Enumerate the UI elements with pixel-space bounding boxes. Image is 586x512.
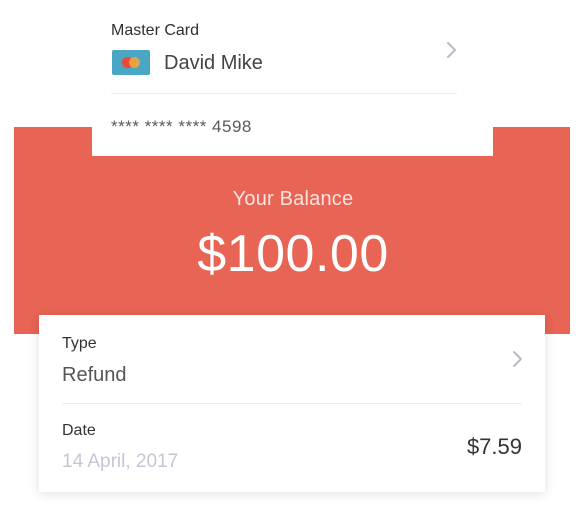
transaction-panel: Type Refund Date 14 April, 2017 $7.59 — [39, 315, 545, 492]
card-title: Master Card — [111, 22, 200, 39]
mastercard-logo-icon — [112, 50, 150, 75]
transaction-divider — [62, 403, 522, 404]
card-panel[interactable]: Master Card David Mike **** **** **** 45… — [92, 0, 493, 156]
wallet-screen: Your Balance $100.00 Master Card David M… — [0, 0, 586, 512]
card-number: **** **** **** 4598 — [111, 117, 252, 136]
chevron-right-icon[interactable] — [444, 40, 458, 60]
date-value: 14 April, 2017 — [62, 451, 179, 472]
transaction-amount: $7.59 — [466, 434, 522, 459]
card-divider — [111, 93, 457, 94]
date-label: Date — [62, 422, 96, 439]
type-value[interactable]: Refund — [62, 364, 127, 387]
card-holder-name: David Mike — [164, 52, 263, 74]
type-label: Type — [62, 335, 97, 352]
balance-amount: $100.00 — [197, 225, 389, 283]
chevron-right-icon[interactable] — [510, 349, 524, 369]
balance-label: Your Balance — [232, 188, 354, 210]
